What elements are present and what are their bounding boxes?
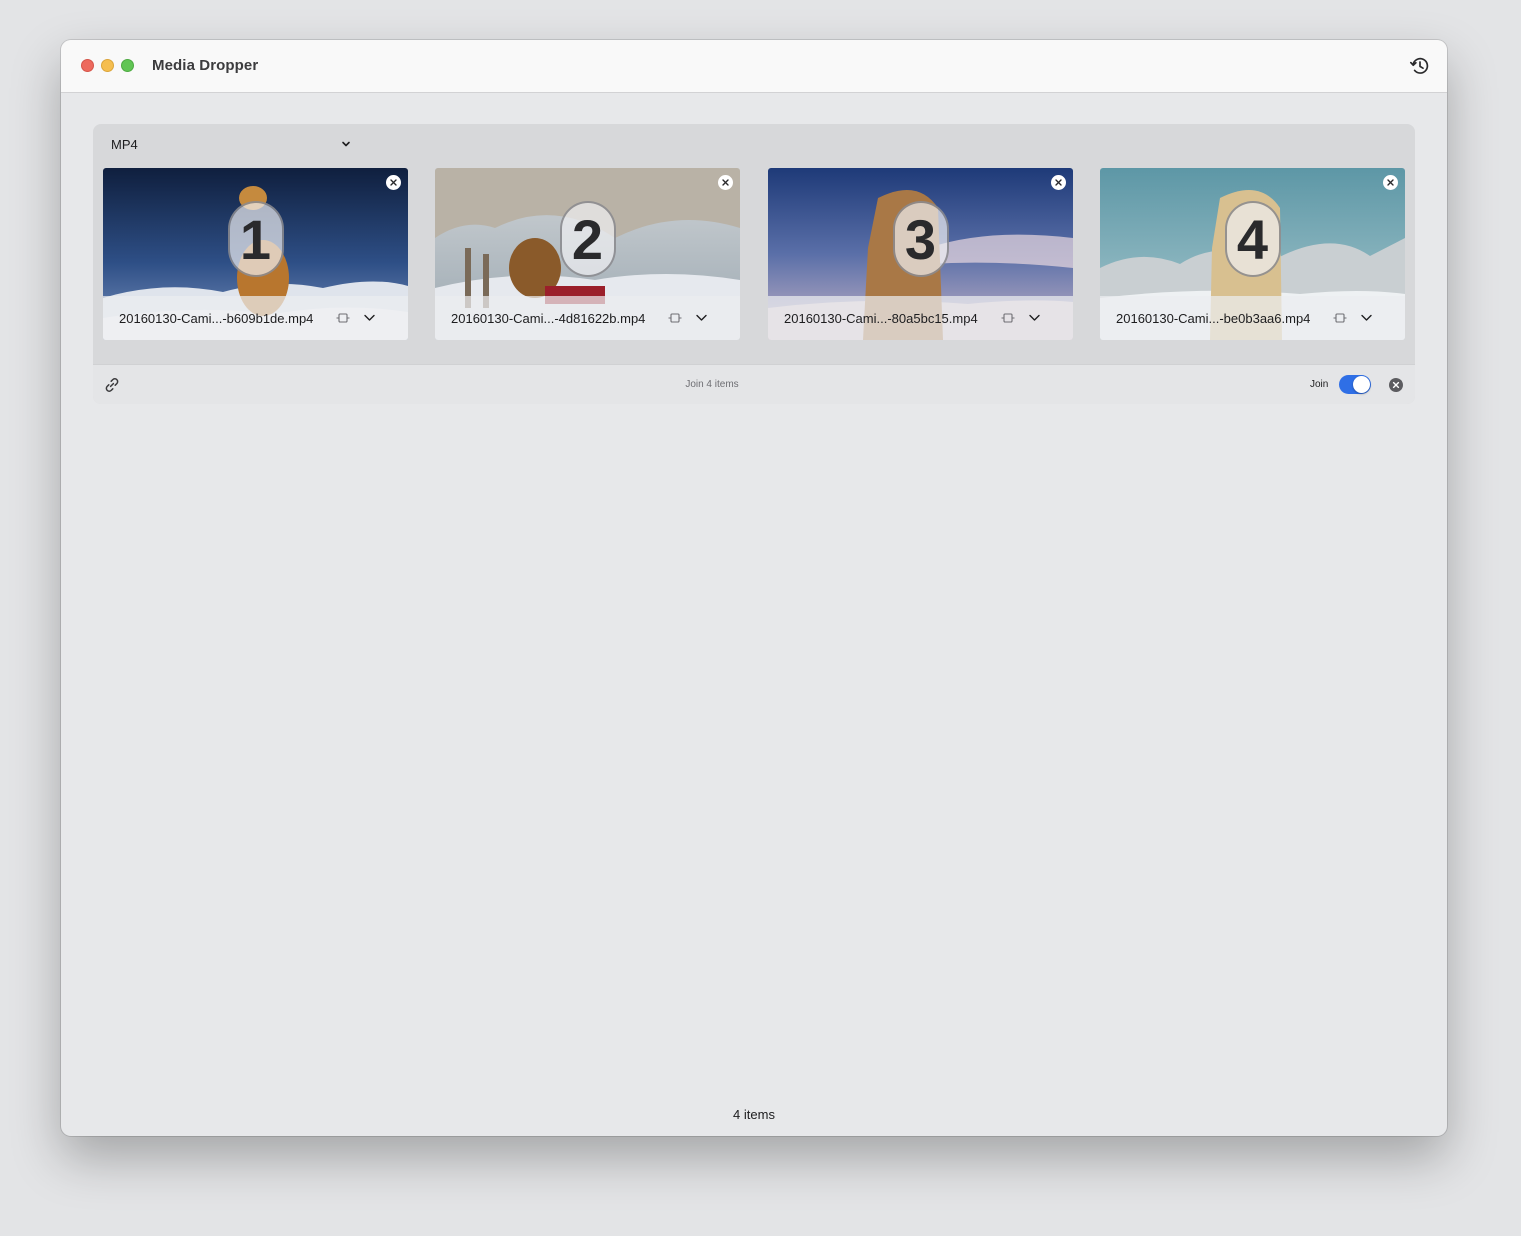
close-icon bbox=[1387, 179, 1394, 186]
item-filename: 20160130-Cami...-b609b1de.mp4 bbox=[119, 311, 314, 326]
join-toggle-label: Join bbox=[1310, 379, 1329, 390]
item-options-chevron-icon[interactable] bbox=[1360, 311, 1373, 324]
window-title: Media Dropper bbox=[152, 57, 259, 74]
join-group: MP4 1 20160130-Cami...-b609b1de.mp4 2 20… bbox=[93, 124, 1415, 404]
join-toggle[interactable] bbox=[1339, 375, 1371, 394]
group-action-bar: Join 4 items Join bbox=[93, 364, 1415, 404]
item-options-chevron-icon[interactable] bbox=[363, 311, 376, 324]
media-item-card[interactable]: 4 20160130-Cami...-be0b3aa6.mp4 bbox=[1100, 168, 1405, 340]
history-button[interactable] bbox=[1409, 55, 1431, 77]
item-filename: 20160130-Cami...-80a5bc15.mp4 bbox=[784, 311, 978, 326]
item-order-badge: 2 bbox=[559, 201, 616, 277]
item-order-badge: 1 bbox=[227, 201, 284, 277]
chevron-down-icon bbox=[342, 141, 350, 147]
item-footer: 20160130-Cami...-b609b1de.mp4 bbox=[103, 296, 408, 340]
item-filename: 20160130-Cami...-4d81622b.mp4 bbox=[451, 311, 646, 326]
minimize-window-button[interactable] bbox=[101, 59, 114, 72]
format-select[interactable]: MP4 bbox=[102, 134, 354, 154]
item-options-chevron-icon[interactable] bbox=[1028, 311, 1041, 324]
remove-item-button[interactable] bbox=[718, 175, 733, 190]
zoom-window-button[interactable] bbox=[121, 59, 134, 72]
close-icon bbox=[390, 179, 397, 186]
close-icon bbox=[722, 179, 729, 186]
video-file-icon bbox=[336, 313, 350, 323]
format-select-value: MP4 bbox=[111, 137, 138, 152]
media-item-card[interactable]: 3 20160130-Cami...-80a5bc15.mp4 bbox=[768, 168, 1073, 340]
video-file-icon bbox=[1001, 313, 1015, 323]
item-order-badge: 4 bbox=[1224, 201, 1281, 277]
video-file-icon bbox=[1333, 313, 1347, 323]
join-status-text: Join 4 items bbox=[685, 379, 739, 390]
item-footer: 20160130-Cami...-be0b3aa6.mp4 bbox=[1100, 296, 1405, 340]
close-icon bbox=[1055, 179, 1062, 186]
toggle-knob bbox=[1353, 376, 1370, 393]
close-icon bbox=[1392, 381, 1400, 389]
item-order-badge: 3 bbox=[892, 201, 949, 277]
item-footer: 20160130-Cami...-4d81622b.mp4 bbox=[435, 296, 740, 340]
history-clock-icon bbox=[1409, 57, 1429, 74]
title-bar: Media Dropper bbox=[61, 40, 1447, 93]
item-count-status: 4 items bbox=[733, 1107, 775, 1122]
media-item-card[interactable]: 1 20160130-Cami...-b609b1de.mp4 bbox=[103, 168, 408, 340]
item-options-chevron-icon[interactable] bbox=[695, 311, 708, 324]
media-item-card[interactable]: 2 20160130-Cami...-4d81622b.mp4 bbox=[435, 168, 740, 340]
item-footer: 20160130-Cami...-80a5bc15.mp4 bbox=[768, 296, 1073, 340]
clear-group-button[interactable] bbox=[1389, 378, 1403, 392]
remove-item-button[interactable] bbox=[1051, 175, 1066, 190]
remove-item-button[interactable] bbox=[386, 175, 401, 190]
remove-item-button[interactable] bbox=[1383, 175, 1398, 190]
video-file-icon bbox=[668, 313, 682, 323]
close-window-button[interactable] bbox=[81, 59, 94, 72]
item-filename: 20160130-Cami...-be0b3aa6.mp4 bbox=[1116, 311, 1311, 326]
app-window: Media Dropper MP4 1 20160130-Cami...-b60… bbox=[61, 40, 1447, 1136]
